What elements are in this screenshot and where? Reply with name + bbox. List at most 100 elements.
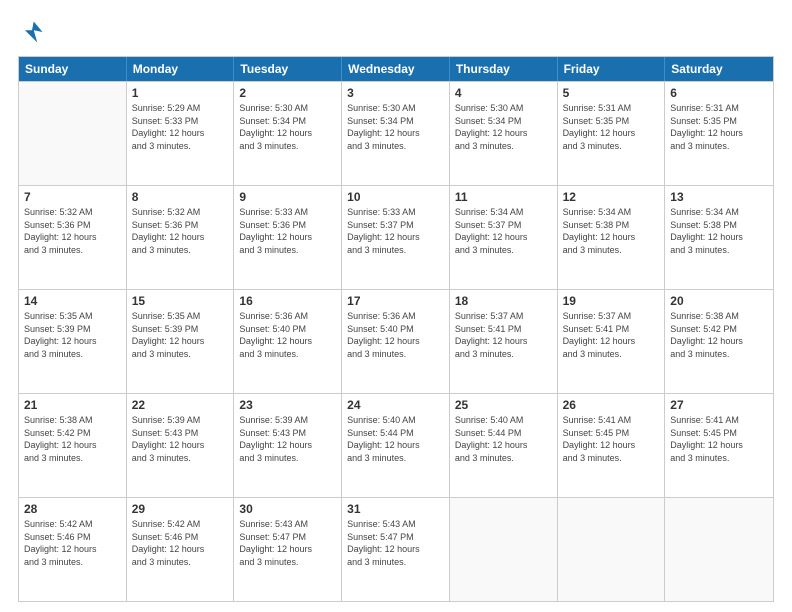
- page: SundayMondayTuesdayWednesdayThursdayFrid…: [0, 0, 792, 612]
- day-number: 4: [455, 86, 552, 100]
- day-info: Sunrise: 5:37 AM Sunset: 5:41 PM Dayligh…: [455, 310, 552, 360]
- day-info: Sunrise: 5:37 AM Sunset: 5:41 PM Dayligh…: [563, 310, 660, 360]
- calendar-cell: 18 Sunrise: 5:37 AM Sunset: 5:41 PM Dayli…: [450, 290, 558, 393]
- logo: [18, 18, 50, 46]
- day-info: Sunrise: 5:39 AM Sunset: 5:43 PM Dayligh…: [239, 414, 336, 464]
- calendar-cell: 3 Sunrise: 5:30 AM Sunset: 5:34 PM Daylig…: [342, 82, 450, 185]
- day-number: 15: [132, 294, 229, 308]
- calendar-cell: 20Sunrise: 5:38 AM Sunset: 5:42 PM Dayli…: [665, 290, 773, 393]
- day-number: 1: [132, 86, 229, 100]
- calendar-row: 1Sunrise: 5:29 AM Sunset: 5:33 PM Daylig…: [19, 81, 773, 185]
- calendar-cell: 15 Sunrise: 5:35 AM Sunset: 5:39 PM Dayli…: [127, 290, 235, 393]
- calendar-cell: 4 Sunrise: 5:30 AM Sunset: 5:34 PM Daylig…: [450, 82, 558, 185]
- day-number: 22: [132, 398, 229, 412]
- day-info: Sunrise: 5:40 AM Sunset: 5:44 PM Dayligh…: [455, 414, 552, 464]
- calendar: SundayMondayTuesdayWednesdayThursdayFrid…: [18, 56, 774, 602]
- day-number: 24: [347, 398, 444, 412]
- day-number: 11: [455, 190, 552, 204]
- day-number: 30: [239, 502, 336, 516]
- calendar-cell: 25 Sunrise: 5:40 AM Sunset: 5:44 PM Dayli…: [450, 394, 558, 497]
- calendar-cell: 29Sunrise: 5:42 AM Sunset: 5:46 PM Dayli…: [127, 498, 235, 601]
- day-number: 18: [455, 294, 552, 308]
- calendar-cell: 17 Sunrise: 5:36 AM Sunset: 5:40 PM Dayli…: [342, 290, 450, 393]
- day-info: Sunrise: 5:42 AM Sunset: 5:46 PM Dayligh…: [132, 518, 229, 568]
- day-info: Sunrise: 5:36 AM Sunset: 5:40 PM Dayligh…: [239, 310, 336, 360]
- day-info: Sunrise: 5:30 AM Sunset: 5:34 PM Dayligh…: [455, 102, 552, 152]
- day-number: 6: [670, 86, 768, 100]
- day-number: 2: [239, 86, 336, 100]
- day-info: Sunrise: 5:31 AM Sunset: 5:35 PM Dayligh…: [670, 102, 768, 152]
- day-info: Sunrise: 5:35 AM Sunset: 5:39 PM Dayligh…: [24, 310, 121, 360]
- calendar-row: 7 Sunrise: 5:32 AM Sunset: 5:36 PM Daylig…: [19, 185, 773, 289]
- day-info: Sunrise: 5:41 AM Sunset: 5:45 PM Dayligh…: [563, 414, 660, 464]
- day-info: Sunrise: 5:30 AM Sunset: 5:34 PM Dayligh…: [239, 102, 336, 152]
- day-number: 26: [563, 398, 660, 412]
- logo-icon: [18, 18, 46, 46]
- day-number: 21: [24, 398, 121, 412]
- calendar-cell: 1Sunrise: 5:29 AM Sunset: 5:33 PM Daylig…: [127, 82, 235, 185]
- calendar-cell: 16Sunrise: 5:36 AM Sunset: 5:40 PM Dayli…: [234, 290, 342, 393]
- calendar-cell: 26 Sunrise: 5:41 AM Sunset: 5:45 PM Dayli…: [558, 394, 666, 497]
- day-number: 12: [563, 190, 660, 204]
- day-info: Sunrise: 5:38 AM Sunset: 5:42 PM Dayligh…: [24, 414, 121, 464]
- calendar-cell: 21 Sunrise: 5:38 AM Sunset: 5:42 PM Dayli…: [19, 394, 127, 497]
- day-info: Sunrise: 5:32 AM Sunset: 5:36 PM Dayligh…: [24, 206, 121, 256]
- day-info: Sunrise: 5:35 AM Sunset: 5:39 PM Dayligh…: [132, 310, 229, 360]
- day-info: Sunrise: 5:34 AM Sunset: 5:38 PM Dayligh…: [563, 206, 660, 256]
- calendar-cell: 2 Sunrise: 5:30 AM Sunset: 5:34 PM Daylig…: [234, 82, 342, 185]
- weekday-header: Monday: [127, 57, 235, 81]
- calendar-cell: 9 Sunrise: 5:33 AM Sunset: 5:36 PM Daylig…: [234, 186, 342, 289]
- day-number: 28: [24, 502, 121, 516]
- day-number: 14: [24, 294, 121, 308]
- day-number: 5: [563, 86, 660, 100]
- calendar-cell: 24 Sunrise: 5:40 AM Sunset: 5:44 PM Dayli…: [342, 394, 450, 497]
- day-info: Sunrise: 5:36 AM Sunset: 5:40 PM Dayligh…: [347, 310, 444, 360]
- day-number: 3: [347, 86, 444, 100]
- day-number: 10: [347, 190, 444, 204]
- day-number: 27: [670, 398, 768, 412]
- weekday-header: Sunday: [19, 57, 127, 81]
- header: [18, 18, 774, 46]
- calendar-cell: 14 Sunrise: 5:35 AM Sunset: 5:39 PM Dayli…: [19, 290, 127, 393]
- day-info: Sunrise: 5:33 AM Sunset: 5:36 PM Dayligh…: [239, 206, 336, 256]
- calendar-cell: 22 Sunrise: 5:39 AM Sunset: 5:43 PM Dayli…: [127, 394, 235, 497]
- calendar-cell: [665, 498, 773, 601]
- calendar-cell: 13Sunrise: 5:34 AM Sunset: 5:38 PM Dayli…: [665, 186, 773, 289]
- weekday-header: Thursday: [450, 57, 558, 81]
- calendar-cell: 7 Sunrise: 5:32 AM Sunset: 5:36 PM Daylig…: [19, 186, 127, 289]
- calendar-cell: 23Sunrise: 5:39 AM Sunset: 5:43 PM Dayli…: [234, 394, 342, 497]
- day-number: 9: [239, 190, 336, 204]
- day-info: Sunrise: 5:31 AM Sunset: 5:35 PM Dayligh…: [563, 102, 660, 152]
- weekday-header: Friday: [558, 57, 666, 81]
- day-number: 25: [455, 398, 552, 412]
- day-number: 31: [347, 502, 444, 516]
- calendar-row: 28 Sunrise: 5:42 AM Sunset: 5:46 PM Dayli…: [19, 497, 773, 601]
- calendar-header: SundayMondayTuesdayWednesdayThursdayFrid…: [19, 57, 773, 81]
- calendar-cell: 10 Sunrise: 5:33 AM Sunset: 5:37 PM Dayli…: [342, 186, 450, 289]
- day-number: 17: [347, 294, 444, 308]
- day-info: Sunrise: 5:40 AM Sunset: 5:44 PM Dayligh…: [347, 414, 444, 464]
- calendar-body: 1Sunrise: 5:29 AM Sunset: 5:33 PM Daylig…: [19, 81, 773, 601]
- day-number: 7: [24, 190, 121, 204]
- calendar-cell: 5 Sunrise: 5:31 AM Sunset: 5:35 PM Daylig…: [558, 82, 666, 185]
- day-info: Sunrise: 5:33 AM Sunset: 5:37 PM Dayligh…: [347, 206, 444, 256]
- calendar-cell: 31 Sunrise: 5:43 AM Sunset: 5:47 PM Dayli…: [342, 498, 450, 601]
- day-info: Sunrise: 5:39 AM Sunset: 5:43 PM Dayligh…: [132, 414, 229, 464]
- calendar-cell: 19Sunrise: 5:37 AM Sunset: 5:41 PM Dayli…: [558, 290, 666, 393]
- day-info: Sunrise: 5:43 AM Sunset: 5:47 PM Dayligh…: [347, 518, 444, 568]
- weekday-header: Wednesday: [342, 57, 450, 81]
- calendar-cell: 6 Sunrise: 5:31 AM Sunset: 5:35 PM Daylig…: [665, 82, 773, 185]
- day-info: Sunrise: 5:43 AM Sunset: 5:47 PM Dayligh…: [239, 518, 336, 568]
- calendar-cell: 12 Sunrise: 5:34 AM Sunset: 5:38 PM Dayli…: [558, 186, 666, 289]
- day-info: Sunrise: 5:41 AM Sunset: 5:45 PM Dayligh…: [670, 414, 768, 464]
- calendar-cell: [450, 498, 558, 601]
- day-info: Sunrise: 5:34 AM Sunset: 5:38 PM Dayligh…: [670, 206, 768, 256]
- calendar-cell: 8Sunrise: 5:32 AM Sunset: 5:36 PM Daylig…: [127, 186, 235, 289]
- day-info: Sunrise: 5:42 AM Sunset: 5:46 PM Dayligh…: [24, 518, 121, 568]
- calendar-cell: [558, 498, 666, 601]
- calendar-cell: 30 Sunrise: 5:43 AM Sunset: 5:47 PM Dayli…: [234, 498, 342, 601]
- calendar-row: 14 Sunrise: 5:35 AM Sunset: 5:39 PM Dayli…: [19, 289, 773, 393]
- weekday-header: Tuesday: [234, 57, 342, 81]
- calendar-cell: 27 Sunrise: 5:41 AM Sunset: 5:45 PM Dayli…: [665, 394, 773, 497]
- day-info: Sunrise: 5:30 AM Sunset: 5:34 PM Dayligh…: [347, 102, 444, 152]
